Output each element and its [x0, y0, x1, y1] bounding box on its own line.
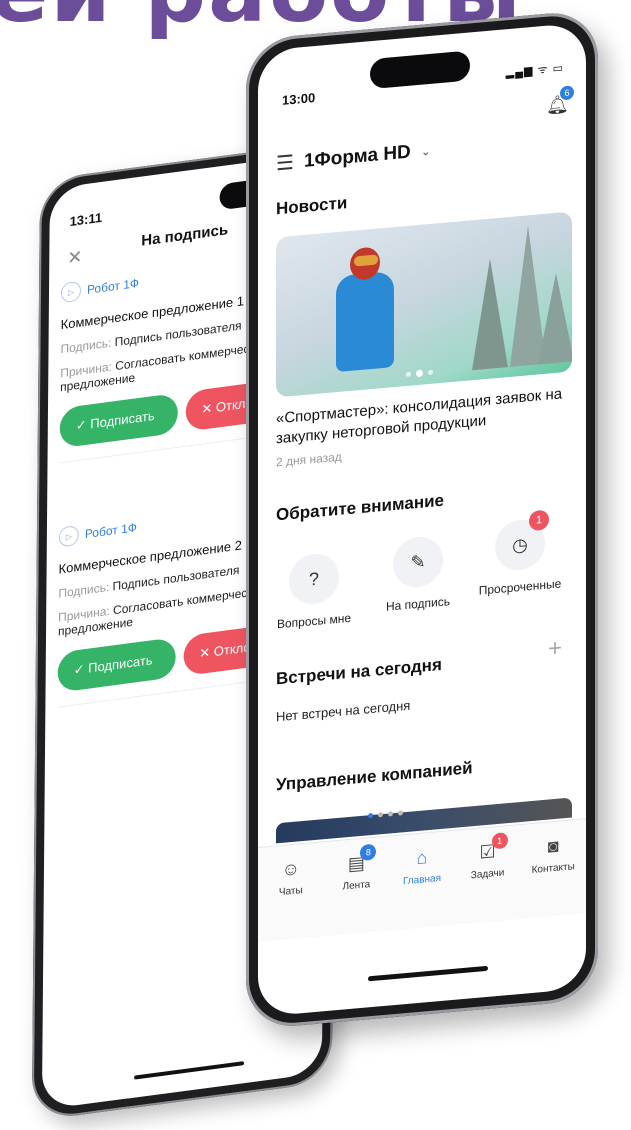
tasks-icon: ☑ — [479, 841, 496, 863]
attention-overdue[interactable]: ◷ 1 Просроченные — [472, 509, 568, 598]
status-icons: ▂▄▆ ᯤ ▭ — [505, 62, 564, 80]
attention-label: На подпись — [385, 594, 451, 614]
tab-tasks[interactable]: ☑ 1 Задачи — [458, 832, 518, 924]
overdue-icon: ◷ 1 — [495, 509, 549, 573]
dynamic-island — [370, 50, 470, 90]
status-time: 13:11 — [69, 209, 103, 230]
tab-contacts[interactable]: ◙ Контакты — [523, 834, 583, 919]
skier — [336, 271, 394, 373]
tree-shape — [472, 257, 508, 371]
meetings-empty-text: Нет встреч на сегодня — [276, 697, 411, 725]
overdue-badge: 1 — [529, 509, 549, 532]
news-timestamp: 2 дня назад — [276, 449, 342, 470]
home-icon: ⌂ — [416, 847, 428, 869]
sender-name: Робот 1Ф — [84, 520, 137, 542]
notification-badge: 6 — [560, 85, 574, 101]
home-indicator[interactable] — [368, 965, 488, 982]
meetings-heading: Встречи на сегодня — [276, 654, 442, 689]
page-title: На подпись — [141, 221, 229, 250]
app-switcher[interactable]: 1Форма HD — [304, 141, 411, 172]
bell-icon[interactable]: 🔔︎ 6 — [546, 85, 574, 118]
attention-heading: Обратите внимание — [276, 490, 444, 525]
tree-shape — [538, 271, 572, 365]
attention-questions[interactable]: ? Вопросы мне — [266, 550, 362, 632]
feed-icon: ▤ — [347, 852, 365, 875]
sign-button[interactable]: ✓ Подписать — [57, 637, 176, 693]
question-icon: ? — [289, 551, 339, 607]
attention-to-sign[interactable]: ✎ На подпись — [370, 533, 466, 615]
news-heading: Новости — [276, 193, 348, 219]
attention-label: Просроченные — [478, 576, 562, 598]
chevron-down-icon[interactable]: ⌄ — [421, 143, 431, 158]
menu-icon[interactable]: ☰ — [276, 150, 294, 177]
tab-chats[interactable]: ☺ Чаты — [261, 856, 321, 941]
signature-key: Подпись: — [58, 579, 110, 601]
contacts-icon: ◙ — [547, 835, 559, 857]
sign-button[interactable]: ✓ Подписать — [59, 392, 178, 449]
close-icon[interactable]: ✕ — [67, 246, 82, 269]
tab-feed[interactable]: ▤ 8 Лента — [326, 843, 386, 936]
play-icon: ▷ — [60, 280, 82, 304]
status-time: 13:00 — [282, 89, 316, 108]
tab-home[interactable]: ⌂ Главная — [392, 845, 452, 930]
carousel-dots[interactable] — [406, 369, 433, 378]
company-heading: Управление компанией — [276, 758, 473, 795]
play-icon: ▷ — [58, 524, 79, 548]
news-image[interactable] — [276, 211, 572, 398]
front-phone: 13:00 ▂▄▆ ᯤ ▭ 🔔︎ 6 ☰ 1Форма HD ⌄ Новости … — [246, 9, 598, 1031]
add-meeting-icon[interactable]: + — [548, 634, 562, 663]
signature-key: Подпись: — [60, 335, 112, 357]
home-indicator[interactable] — [134, 1061, 245, 1080]
attention-label: Вопросы мне — [276, 610, 352, 632]
front-phone-screen: 13:00 ▂▄▆ ᯤ ▭ 🔔︎ 6 ☰ 1Форма HD ⌄ Новости … — [258, 22, 586, 1017]
sender-name: Робот 1Ф — [86, 275, 140, 297]
app-header: ☰ 1Форма HD ⌄ — [276, 138, 431, 177]
chat-icon: ☺ — [281, 858, 300, 880]
document-sign-icon: ✎ — [393, 534, 443, 590]
